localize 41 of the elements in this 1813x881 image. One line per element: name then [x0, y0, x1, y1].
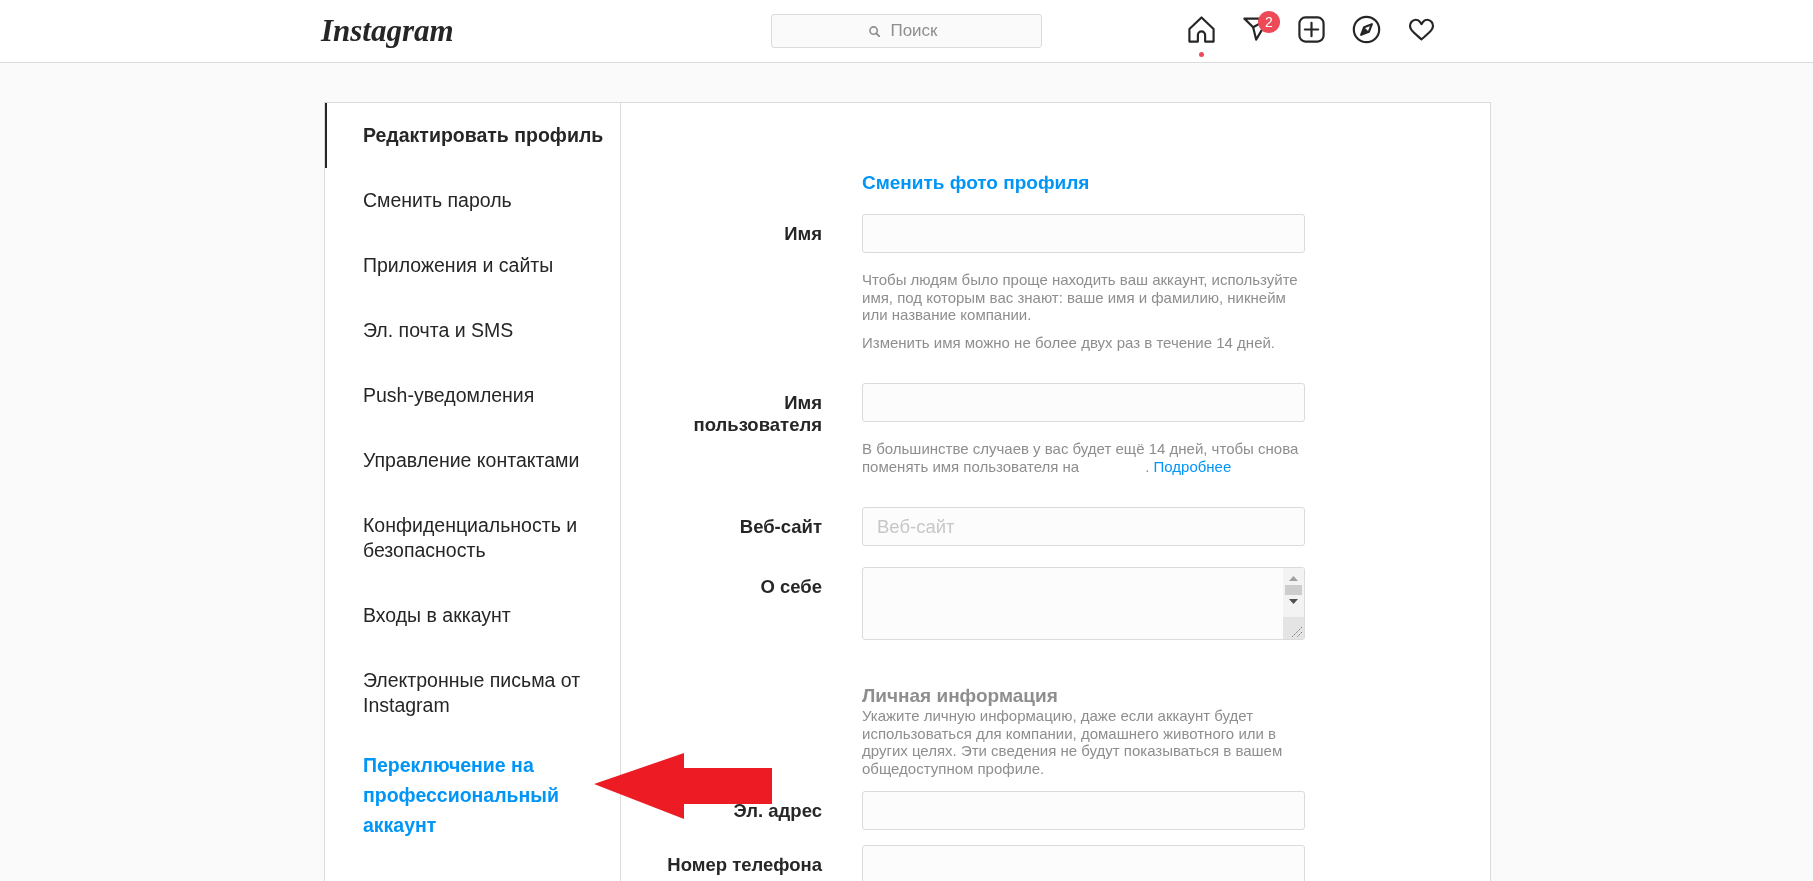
sidebar-item[interactable]: Редактировать профиль	[325, 103, 620, 168]
sidebar-item[interactable]: Входы в аккаунт	[325, 583, 620, 648]
input-field[interactable]	[862, 383, 1305, 422]
sidebar-item[interactable]: Приложения и сайты	[325, 233, 620, 298]
scrollbar-thumb[interactable]	[1285, 585, 1302, 595]
field-label: Эл. адрес	[732, 798, 822, 822]
scroll-down-icon[interactable]	[1289, 599, 1298, 604]
sidebar-item[interactable]: Электронные письма от Instagram	[325, 648, 620, 738]
field-label: О себе	[759, 574, 822, 598]
compass-icon	[1352, 15, 1381, 44]
input-field[interactable]	[862, 791, 1305, 830]
field-label: Имя	[783, 221, 822, 245]
field-label: Веб-сайт	[738, 514, 822, 538]
sidebar-item[interactable]: Управление контактами	[325, 428, 620, 493]
field-label: Номер телефона	[666, 852, 822, 876]
textarea-field[interactable]	[862, 567, 1305, 640]
app-logo[interactable]: Instagram	[321, 13, 454, 49]
home-icon	[1187, 15, 1216, 44]
resize-grip-icon[interactable]	[1283, 617, 1304, 639]
input-field[interactable]	[862, 845, 1305, 881]
hint-text: Укажите личную информацию, даже если аккаунт будет использоваться для компании, домашнего животного или в других целях. Эти сведения не будут показываться в вашем общедоступном профиле.	[862, 707, 1284, 777]
create-button[interactable]	[1297, 15, 1326, 44]
hint-text: В большинстве случаев у вас будет ещё 14 дней, чтобы снова поменять имя пользователя на . Подробнее	[862, 440, 1300, 475]
plus-square-icon	[1297, 15, 1326, 44]
hint-text: Чтобы людям было проще находить ваш аккаунт, используйте имя, под которым вас знают: ваше имя и фамилию, никнейм или название компании.	[862, 271, 1299, 324]
home-button[interactable]	[1187, 15, 1216, 57]
field-label: Имя пользователя	[692, 390, 822, 436]
sidebar-item[interactable]: Эл. почта и SMS	[325, 298, 620, 363]
hint-text: Изменить имя можно не более двух раз в течение 14 дней.	[862, 333, 1277, 351]
search-field[interactable]: Поиск	[771, 14, 1042, 48]
search-icon	[869, 25, 880, 37]
notification-badge: 2	[1258, 11, 1280, 33]
sidebar-item[interactable]: Push-уведомления	[325, 363, 620, 428]
sidebar-item[interactable]: Сменить пароль	[325, 168, 620, 233]
explore-button[interactable]	[1352, 15, 1381, 44]
active-dot-icon	[1199, 52, 1204, 57]
scroll-up-icon[interactable]	[1289, 576, 1298, 581]
input-field[interactable]	[862, 214, 1305, 253]
messages-button[interactable]: 2	[1242, 11, 1280, 44]
sidebar-item[interactable]: Конфиденциальность и безопасность	[325, 493, 620, 583]
section-heading: Личная информация	[862, 685, 1059, 707]
